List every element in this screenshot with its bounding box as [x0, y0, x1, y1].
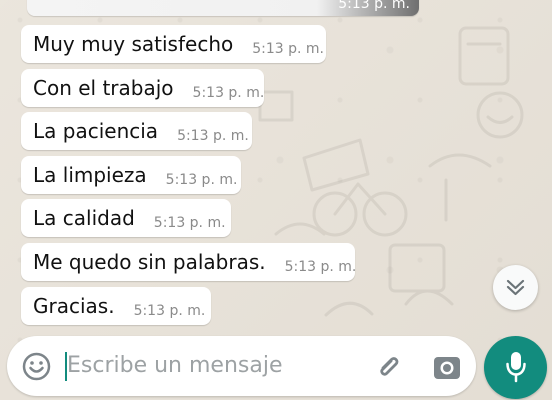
message-bubble[interactable]: Me quedo sin palabras. 5:13 p. m.	[21, 243, 357, 281]
paperclip-icon[interactable]	[373, 351, 405, 383]
scroll-to-bottom-button[interactable]	[493, 265, 538, 310]
message-text: La paciencia	[33, 119, 159, 143]
message-text: La limpieza	[33, 163, 147, 187]
message-timestamp: 5:13 p. m.	[133, 302, 206, 319]
message-timestamp: 5:13 p. m.	[192, 84, 265, 101]
message-timestamp: 5:13 p. m.	[177, 127, 249, 144]
microphone-icon	[506, 352, 526, 383]
message-text: La calidad	[33, 206, 135, 230]
message-bubble[interactable]: La paciencia 5:13 p. m.	[21, 112, 252, 150]
message-bubble[interactable]: La limpieza 5:13 p. m.	[21, 156, 241, 194]
message-timestamp: 5:13 p. m.	[252, 40, 324, 57]
message-bubble[interactable]: Gracias. 5:13 p. m.	[21, 287, 211, 325]
message-text: Gracias.	[33, 294, 115, 318]
message-text: Me quedo sin palabras.	[33, 250, 266, 274]
chevron-double-down-icon	[506, 279, 525, 296]
smiley-face-icon[interactable]	[22, 352, 51, 381]
message-bubble[interactable]: Con el trabajo 5:13 p. m.	[21, 69, 264, 107]
camera-icon[interactable]	[432, 352, 462, 382]
message-timestamp: 5:13 p. m.	[284, 258, 357, 275]
message-timestamp: 5:13 p. m.	[165, 171, 238, 188]
message-bubble[interactable]: Muy muy satisfecho 5:13 p. m.	[21, 25, 326, 63]
message-text: Muy muy satisfecho	[33, 32, 234, 56]
message-timestamp: 5:13 p. m.	[153, 214, 226, 231]
message-timestamp: 5:13 p. m.	[338, 0, 410, 12]
message-input-placeholder[interactable]: Escribe un mensaje	[67, 353, 283, 378]
image-message-partial[interactable]: 5:13 p. m.	[27, 0, 419, 16]
message-composer[interactable]: Escribe un mensaje	[7, 336, 476, 396]
voice-message-button[interactable]	[484, 336, 547, 399]
message-text: Con el trabajo	[33, 76, 174, 100]
message-bubble[interactable]: La calidad 5:13 p. m.	[21, 199, 231, 237]
